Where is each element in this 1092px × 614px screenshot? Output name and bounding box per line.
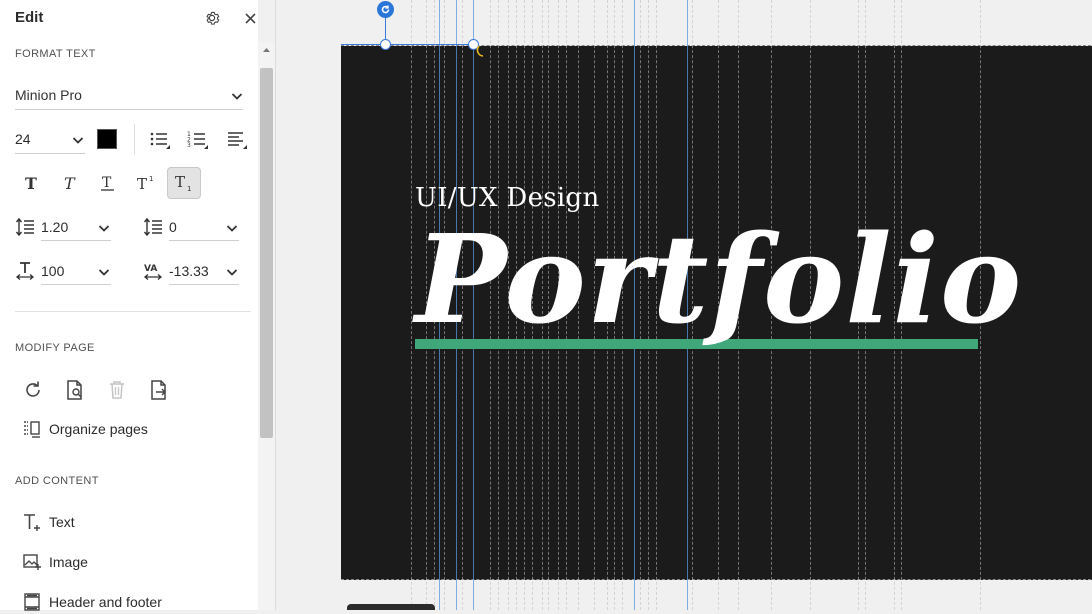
add-image-button[interactable]: Image bbox=[22, 550, 88, 574]
align-left-icon[interactable] bbox=[225, 128, 249, 152]
rotate-handle-icon[interactable] bbox=[377, 1, 394, 18]
scrollbar-thumb[interactable] bbox=[260, 68, 273, 438]
svg-text:1: 1 bbox=[187, 185, 191, 192]
svg-text:T: T bbox=[102, 175, 112, 191]
alignment-guide bbox=[411, 0, 412, 610]
organize-pages-label: Organize pages bbox=[49, 421, 148, 437]
rotate-page-icon[interactable] bbox=[21, 378, 45, 402]
svg-text:T: T bbox=[64, 174, 76, 192]
chevron-down-icon bbox=[72, 137, 84, 144]
edit-panel: Edit FORMAT TEXT Minion Pro 24 123 T T T… bbox=[0, 0, 258, 611]
character-spacing-dropdown[interactable]: -13.33 bbox=[169, 259, 239, 285]
panel-scrollbar[interactable] bbox=[258, 42, 275, 610]
svg-text:1: 1 bbox=[149, 175, 153, 183]
chevron-down-icon bbox=[231, 93, 243, 100]
divider bbox=[134, 124, 135, 154]
horizontal-scale-icon bbox=[15, 262, 35, 280]
panel-title: Edit bbox=[15, 9, 44, 26]
chevron-down-icon bbox=[98, 269, 110, 276]
subscript-button[interactable]: T1 bbox=[167, 167, 201, 199]
add-image-icon bbox=[23, 554, 41, 570]
header-footer-icon bbox=[24, 593, 40, 611]
character-spacing-value: -13.33 bbox=[169, 263, 209, 279]
format-text-heading: FORMAT TEXT bbox=[15, 48, 96, 60]
divider bbox=[15, 311, 251, 312]
add-image-label: Image bbox=[49, 554, 88, 570]
paragraph-spacing-dropdown[interactable]: 0 bbox=[169, 215, 239, 241]
paragraph-spacing-icon bbox=[143, 217, 162, 237]
svg-text:VA: VA bbox=[144, 264, 157, 274]
add-text-button[interactable]: Text bbox=[22, 510, 75, 534]
numbered-list-icon[interactable]: 123 bbox=[186, 128, 210, 152]
chevron-down-icon bbox=[226, 225, 238, 232]
italic-button[interactable]: T bbox=[53, 167, 87, 199]
font-family-dropdown[interactable]: Minion Pro bbox=[15, 84, 243, 110]
add-text-label: Text bbox=[49, 514, 75, 530]
delete-page-icon[interactable] bbox=[105, 378, 129, 402]
line-spacing-dropdown[interactable]: 1.20 bbox=[41, 215, 111, 241]
insert-page-icon[interactable] bbox=[63, 378, 87, 402]
add-content-heading: ADD CONTENT bbox=[15, 475, 99, 487]
svg-text:T: T bbox=[137, 175, 147, 192]
scroll-up-arrow-icon[interactable] bbox=[258, 42, 275, 58]
document-canvas[interactable]: UI/UX Design Portfolio bbox=[276, 0, 1092, 610]
title-text[interactable]: Portfolio bbox=[415, 218, 1022, 340]
close-icon[interactable] bbox=[242, 9, 258, 27]
bold-button[interactable]: T bbox=[15, 167, 49, 199]
svg-text:3: 3 bbox=[187, 142, 191, 149]
chevron-down-icon bbox=[226, 269, 238, 276]
panel-header: Edit bbox=[15, 9, 258, 29]
settings-gear-icon[interactable] bbox=[202, 8, 222, 28]
superscript-button[interactable]: T1 bbox=[129, 167, 163, 199]
line-spacing-icon bbox=[15, 217, 34, 237]
bullet-list-icon[interactable] bbox=[148, 128, 172, 152]
cursor-arc-icon bbox=[476, 45, 484, 57]
chevron-down-icon bbox=[98, 225, 110, 232]
line-spacing-value: 1.20 bbox=[41, 219, 69, 235]
underline-button[interactable]: T bbox=[91, 167, 125, 199]
header-footer-label: Header and footer bbox=[49, 594, 162, 610]
text-color-swatch[interactable] bbox=[97, 129, 117, 149]
horizontal-scale-value: 100 bbox=[41, 263, 65, 279]
paragraph-spacing-value: 0 bbox=[169, 219, 177, 235]
character-spacing-icon: VA bbox=[143, 264, 163, 280]
selection-handle[interactable] bbox=[380, 39, 391, 50]
selection-outline bbox=[341, 44, 474, 45]
font-size-dropdown[interactable]: 24 bbox=[15, 128, 85, 154]
font-size-value: 24 bbox=[15, 131, 31, 147]
extract-page-icon[interactable] bbox=[147, 378, 171, 402]
horizontal-scale-dropdown[interactable]: 100 bbox=[41, 259, 111, 285]
svg-text:T: T bbox=[175, 174, 185, 191]
svg-text:T: T bbox=[25, 174, 37, 192]
header-footer-button[interactable]: Header and footer bbox=[22, 590, 162, 614]
organize-pages-icon bbox=[24, 421, 40, 438]
organize-pages-button[interactable]: Organize pages bbox=[22, 417, 148, 441]
modify-page-heading: MODIFY PAGE bbox=[15, 342, 95, 354]
page-label-tab bbox=[347, 604, 435, 610]
add-text-icon bbox=[24, 514, 40, 531]
font-family-value: Minion Pro bbox=[15, 87, 82, 103]
